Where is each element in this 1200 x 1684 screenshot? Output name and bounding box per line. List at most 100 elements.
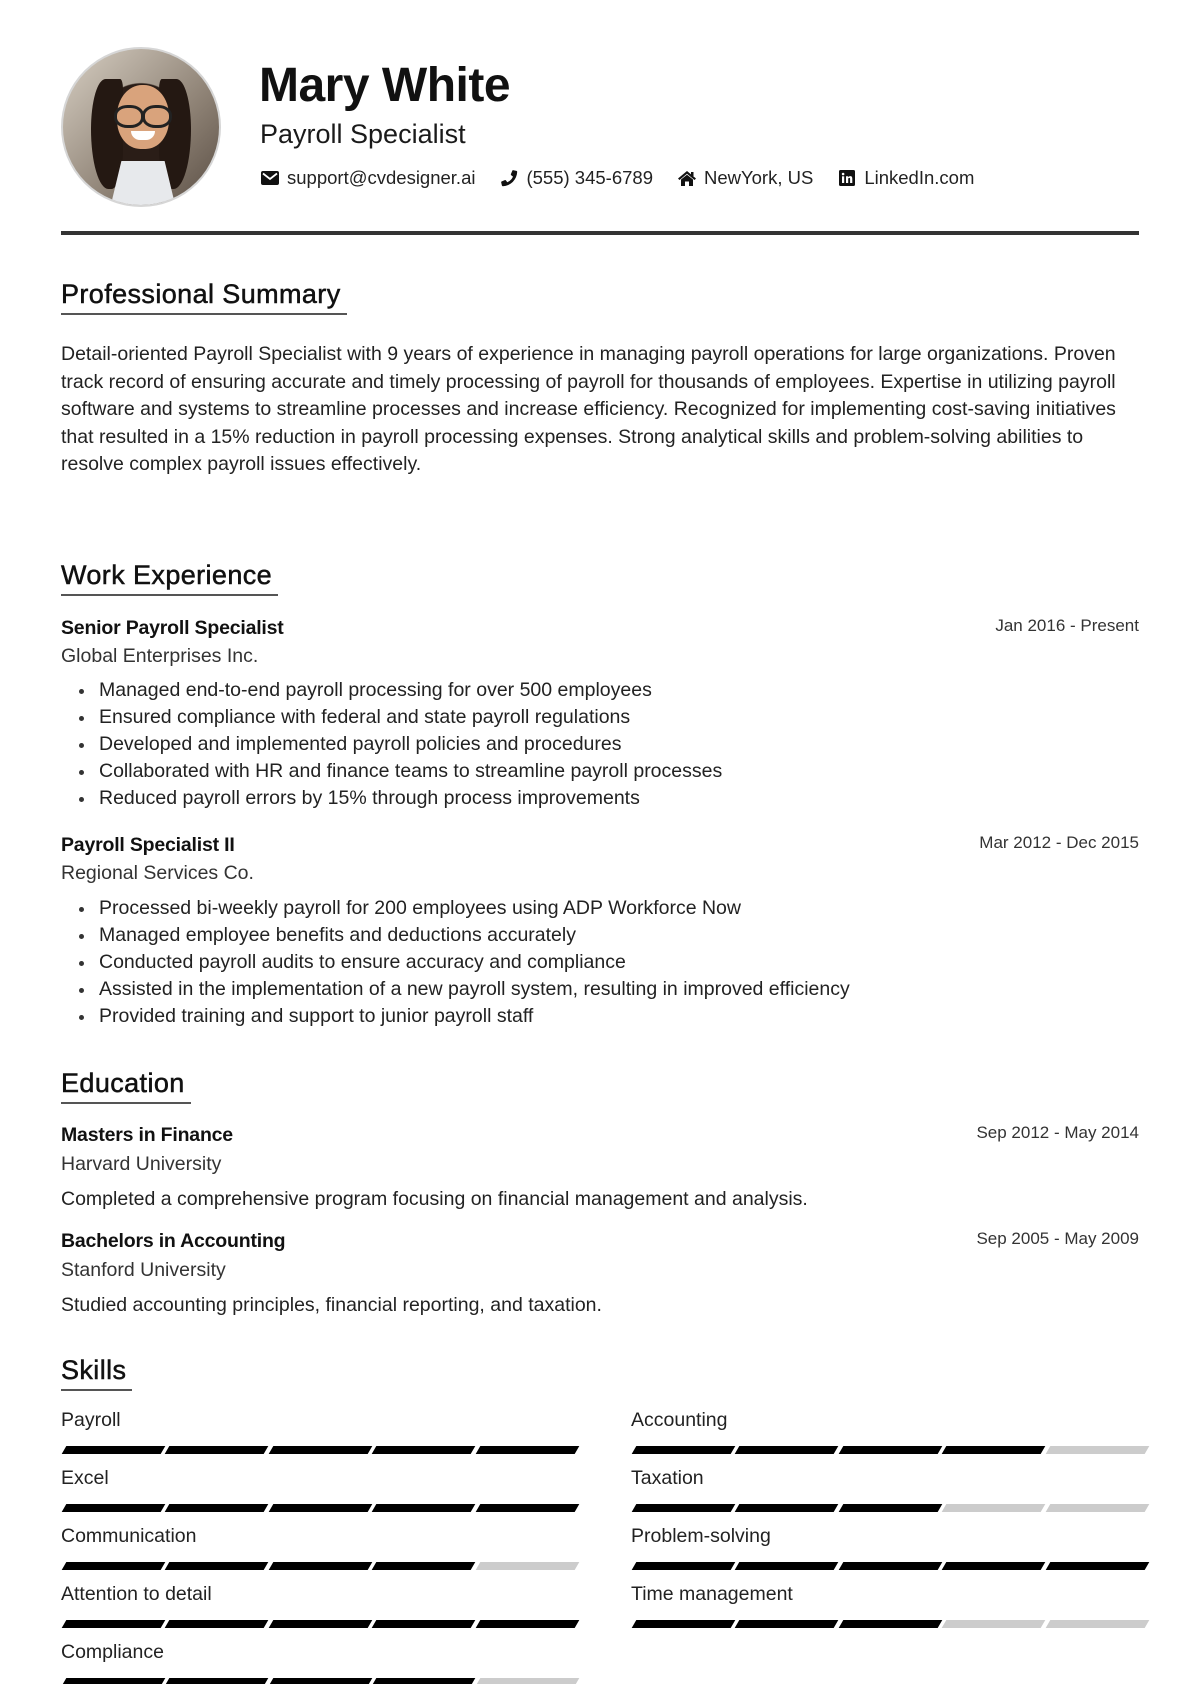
skill-segment-filled <box>371 1446 476 1454</box>
contact-location-text: NewYork, US <box>703 167 814 188</box>
skill-segment-filled <box>371 1678 476 1684</box>
skill-name: Communication <box>61 1525 197 1547</box>
contact-phone[interactable]: (555) 345-6789 <box>499 167 653 189</box>
job-bullets: Processed bi-weekly payroll for 200 empl… <box>61 895 850 1030</box>
resume-page: Mary White Payroll Specialist support@cv… <box>61 0 1150 1684</box>
skill-level-bar <box>631 1504 1151 1512</box>
skill-segment-filled <box>838 1562 943 1570</box>
job-bullet: Provided training and support to junior … <box>61 1003 850 1030</box>
skill-name: Compliance <box>61 1641 164 1663</box>
contact-linkedin[interactable]: LinkedIn.com <box>837 167 974 189</box>
job-dates: Mar 2012 - Dec 2015 <box>979 833 1139 852</box>
degree-title: Bachelors in Accounting <box>61 1230 286 1252</box>
skill-name: Excel <box>61 1467 109 1489</box>
skill-name: Payroll <box>61 1409 121 1431</box>
skill-segment-filled <box>631 1620 736 1628</box>
job-company: Global Enterprises Inc. <box>61 645 259 667</box>
school-name: Harvard University <box>61 1153 222 1175</box>
skill-segment-filled <box>165 1562 270 1570</box>
skill-segment-filled <box>61 1504 166 1512</box>
job-bullet: Assisted in the implementation of a new … <box>61 976 850 1003</box>
degree-title: Masters in Finance <box>61 1124 233 1146</box>
skill-segment-filled <box>268 1620 373 1628</box>
education-dates: Sep 2005 - May 2009 <box>976 1229 1139 1248</box>
summary-text: Detail-oriented Payroll Specialist with … <box>61 343 1116 475</box>
skill-item: Payroll <box>61 1408 581 1454</box>
contact-email[interactable]: support@cvdesigner.ai <box>260 167 475 189</box>
skill-name: Accounting <box>631 1409 728 1431</box>
resume-header: Mary White Payroll Specialist support@cv… <box>61 0 1139 240</box>
job-bullet: Ensured compliance with federal and stat… <box>61 704 722 731</box>
skill-segment-empty <box>475 1678 580 1684</box>
education-description: Completed a comprehensive program focusi… <box>61 1188 808 1210</box>
skill-name: Problem-solving <box>631 1525 771 1547</box>
skill-level-bar <box>631 1620 1151 1628</box>
linkedin-icon <box>837 169 857 187</box>
home-icon <box>677 169 697 187</box>
skill-item: Taxation <box>631 1466 1151 1512</box>
contact-linkedin-text: LinkedIn.com <box>864 167 975 188</box>
skill-segment-filled <box>371 1620 476 1628</box>
header-divider <box>61 231 1139 235</box>
skill-segment-filled <box>61 1620 166 1628</box>
skill-segment-filled <box>268 1504 373 1512</box>
candidate-name: Mary White <box>259 59 511 112</box>
skill-segment-filled <box>631 1446 736 1454</box>
skill-segment-filled <box>475 1446 580 1454</box>
job-bullet: Reduced payroll errors by 15% through pr… <box>61 785 722 812</box>
contact-location: NewYork, US <box>677 167 813 189</box>
job-bullet: Conducted payroll audits to ensure accur… <box>61 949 850 976</box>
skill-segment-filled <box>165 1504 270 1512</box>
profile-photo <box>61 47 221 207</box>
job-dates: Jan 2016 - Present <box>995 616 1139 635</box>
skill-segment-filled <box>941 1562 1046 1570</box>
skill-level-bar <box>61 1678 581 1684</box>
school-name: Stanford University <box>61 1259 226 1281</box>
skill-segment-filled <box>475 1504 580 1512</box>
skill-segment-filled <box>735 1620 840 1628</box>
skill-segment-empty <box>1045 1620 1150 1628</box>
skill-item: Accounting <box>631 1408 1151 1454</box>
skill-segment-filled <box>268 1678 373 1684</box>
skill-name: Attention to detail <box>61 1583 212 1605</box>
skill-segment-empty <box>941 1620 1046 1628</box>
skill-name: Time management <box>631 1583 793 1605</box>
skill-segment-filled <box>735 1446 840 1454</box>
contact-email-text: support@cvdesigner.ai <box>287 167 476 188</box>
job-bullet: Managed employee benefits and deductions… <box>61 922 850 949</box>
skill-segment-empty <box>475 1562 580 1570</box>
job-bullets: Managed end-to-end payroll processing fo… <box>61 677 722 812</box>
skill-item: Communication <box>61 1524 581 1570</box>
job-company: Regional Services Co. <box>61 862 254 884</box>
summary-heading: Professional Summary <box>61 279 347 315</box>
skill-name: Taxation <box>631 1467 704 1489</box>
education-description: Studied accounting principles, financial… <box>61 1294 602 1316</box>
skill-segment-filled <box>631 1562 736 1570</box>
skill-segment-filled <box>268 1562 373 1570</box>
skill-segment-filled <box>631 1504 736 1512</box>
skill-level-bar <box>631 1446 1151 1454</box>
skill-item: Excel <box>61 1466 581 1512</box>
skill-segment-filled <box>941 1446 1046 1454</box>
skill-segment-filled <box>735 1562 840 1570</box>
phone-icon <box>499 169 519 187</box>
skill-segment-filled <box>838 1504 943 1512</box>
photo-hair-left <box>91 79 123 189</box>
skill-segment-filled <box>371 1562 476 1570</box>
job-bullet: Processed bi-weekly payroll for 200 empl… <box>61 895 850 922</box>
skill-segment-filled <box>371 1504 476 1512</box>
job-bullet: Collaborated with HR and finance teams t… <box>61 758 722 785</box>
skill-segment-filled <box>61 1446 166 1454</box>
job-bullet: Managed end-to-end payroll processing fo… <box>61 677 722 704</box>
skill-segment-empty <box>1045 1504 1150 1512</box>
contact-list: support@cvdesigner.ai (555) 345-6789 New… <box>260 167 998 189</box>
skill-item: Attention to detail <box>61 1582 581 1628</box>
skill-item: Compliance <box>61 1640 581 1684</box>
skill-segment-filled <box>165 1446 270 1454</box>
skill-level-bar <box>61 1562 581 1570</box>
skill-segment-filled <box>165 1620 270 1628</box>
skill-level-bar <box>61 1620 581 1628</box>
skill-segment-filled <box>165 1678 270 1684</box>
skill-segment-filled <box>268 1446 373 1454</box>
skill-segment-filled <box>61 1678 166 1684</box>
